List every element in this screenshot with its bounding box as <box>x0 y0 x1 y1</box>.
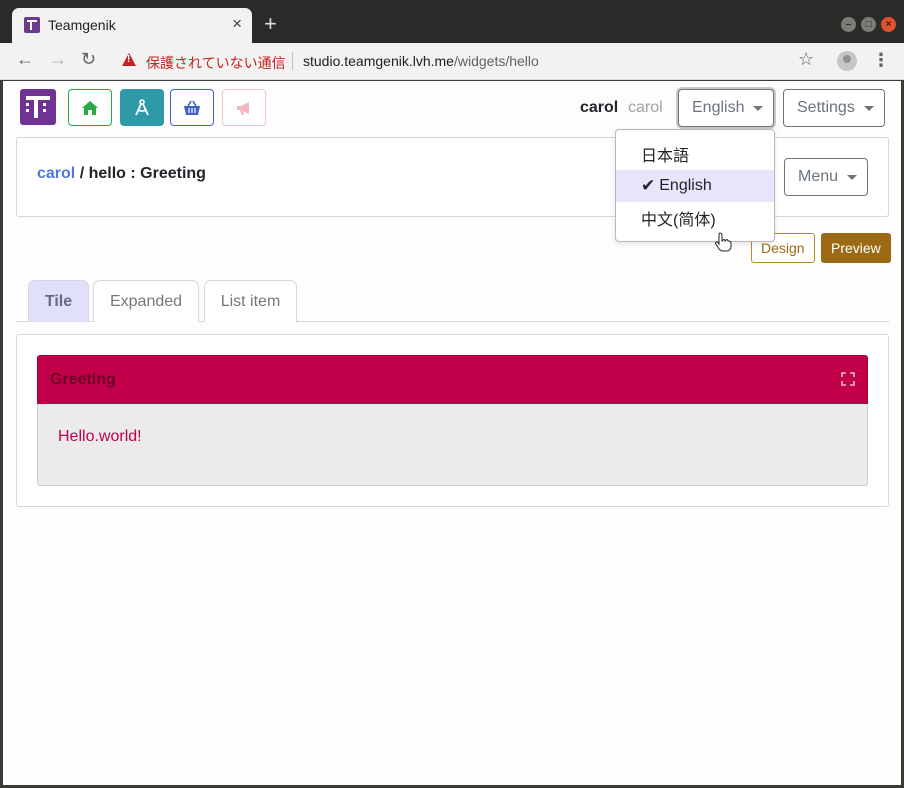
forward-arrow-icon[interactable]: → <box>49 49 67 70</box>
warning-icon[interactable] <box>122 53 136 66</box>
language-option-japanese[interactable]: 日本語 <box>616 138 774 170</box>
home-button[interactable] <box>68 89 112 126</box>
language-option-label: English <box>659 177 712 194</box>
page-content: carol carol English Settings carol / hel… <box>3 81 901 785</box>
url-path: /widgets/hello <box>453 53 539 69</box>
store-button[interactable] <box>170 89 214 126</box>
widget-header: Greeting <box>37 355 868 405</box>
checkmark-icon: ✔ <box>641 176 656 195</box>
language-menu: 日本語 ✔ English 中文(简体) <box>615 129 775 242</box>
url-host: studio.teamgenik.lvh.me <box>303 53 454 69</box>
language-option-label: 中文(简体) <box>641 212 716 229</box>
announcements-button[interactable] <box>222 89 266 126</box>
language-option-label: 日本語 <box>641 148 690 165</box>
reload-icon[interactable]: ↻ <box>81 49 96 70</box>
language-button-label: English <box>692 99 745 116</box>
browser-tab-title: Teamgenik <box>48 17 116 33</box>
language-option-english[interactable]: ✔ English <box>616 170 774 202</box>
language-dropdown-button[interactable]: English <box>678 89 774 127</box>
browser-menu-icon[interactable]: ⋮ <box>872 50 890 71</box>
browser-tabbar: Teamgenik × + – □ × <box>0 0 904 43</box>
breadcrumb-owner-link[interactable]: carol <box>37 165 75 182</box>
language-option-chinese[interactable]: 中文(简体) <box>616 202 774 234</box>
tab-expanded[interactable]: Expanded <box>93 280 199 322</box>
settings-dropdown-button[interactable]: Settings <box>783 89 885 127</box>
preview-button[interactable]: Preview <box>821 233 891 263</box>
menu-button-label: Menu <box>798 168 839 185</box>
bookmark-star-icon[interactable]: ☆ <box>798 49 814 70</box>
new-tab-icon[interactable]: + <box>264 13 277 35</box>
hand-pointer-icon <box>715 232 732 252</box>
settings-button-label: Settings <box>797 99 855 116</box>
compass-icon <box>135 98 149 115</box>
breadcrumb-path: / hello : Greeting <box>75 165 206 182</box>
design-tools-button[interactable] <box>120 89 164 126</box>
insecure-connection-label[interactable]: 保護されていない通信 <box>146 53 286 73</box>
tab-tile[interactable]: Tile <box>28 280 89 322</box>
user-display-name: carol <box>580 99 619 116</box>
tab-list-item[interactable]: List item <box>204 280 297 322</box>
close-window-icon[interactable]: × <box>881 17 896 32</box>
breadcrumb: carol / hello : Greeting <box>37 165 206 183</box>
minimize-window-icon[interactable]: – <box>841 17 856 32</box>
back-arrow-icon[interactable]: ← <box>16 49 34 70</box>
user-login-name: carol <box>628 99 663 116</box>
teamgenik-logo[interactable] <box>20 89 56 125</box>
browser-toolbar: ← → ↻ 保護されていない通信 studio.teamgenik.lvh.me… <box>0 43 904 80</box>
maximize-window-icon[interactable]: □ <box>861 17 876 32</box>
chevron-down-icon <box>863 105 874 111</box>
megaphone-icon <box>237 101 249 115</box>
browser-tab[interactable]: Teamgenik × <box>12 8 252 43</box>
widget-title: Greeting <box>50 371 116 388</box>
chevron-down-icon <box>847 174 858 180</box>
window-controls: – □ × <box>836 14 896 32</box>
profile-avatar-icon[interactable] <box>837 51 857 71</box>
chevron-down-icon <box>753 105 764 111</box>
close-tab-icon[interactable]: × <box>232 14 242 34</box>
widget-body-text: Hello.world! <box>58 428 142 445</box>
widget-body: Hello.world! <box>37 404 868 486</box>
expand-icon[interactable] <box>841 372 855 386</box>
address-url[interactable]: studio.teamgenik.lvh.me/widgets/hello <box>303 53 539 69</box>
basket-icon <box>184 100 200 115</box>
teamgenik-favicon-icon <box>24 17 40 33</box>
address-separator <box>292 52 293 70</box>
home-icon <box>82 100 98 115</box>
menu-dropdown-button[interactable]: Menu <box>784 158 868 196</box>
